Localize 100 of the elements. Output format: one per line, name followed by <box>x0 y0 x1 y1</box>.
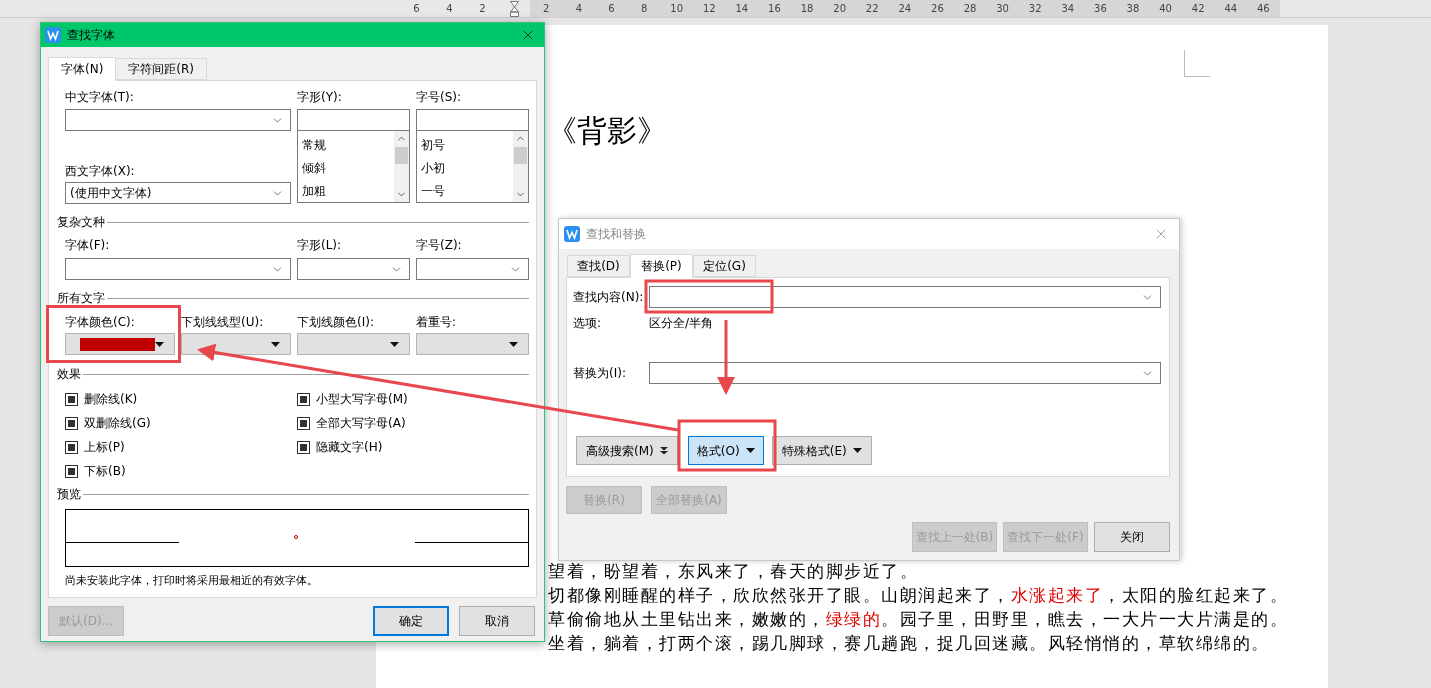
dropdown-arrow-icon <box>390 341 399 347</box>
body-text: 切都像刚睡醒的样子，欣欣然张开了眼。山朗润起来了，水涨起来了，太阳的脸红起来了。 <box>548 584 1289 607</box>
ruler-number: 34 <box>1060 2 1076 16</box>
tab[interactable]: 替换(P) <box>630 254 693 278</box>
field-label: 查找内容(N): <box>573 289 645 306</box>
ruler-number: 22 <box>864 2 880 16</box>
checkbox-label: 双删除线(G) <box>84 415 151 432</box>
ruler-number: 14 <box>734 2 750 16</box>
format-button[interactable]: 高级搜索(M) <box>576 436 678 465</box>
dialog-button[interactable]: 取消 <box>459 606 535 636</box>
format-button[interactable]: 格式(O) <box>687 436 764 465</box>
ruler-number: 20 <box>832 2 847 16</box>
list-item[interactable]: 一号 <box>421 180 513 203</box>
tab[interactable]: 字符间距(R) <box>116 58 208 80</box>
option-value: 区分全/半角 <box>649 315 714 332</box>
ruler-number: 46 <box>1256 2 1271 16</box>
page-corner-mark <box>1184 50 1210 77</box>
field-label: 西文字体(X): <box>65 163 136 179</box>
list-item[interactable]: 小初 <box>421 157 513 180</box>
ruler-number: 42 <box>1190 2 1206 16</box>
section-heading: 所有文字 <box>57 290 105 307</box>
section-heading: 复杂文种 <box>57 214 105 231</box>
checkbox[interactable] <box>65 392 78 406</box>
font-note: 尚未安装此字体，打印时将采用最相近的有效字体。 <box>64 573 319 589</box>
dropdown-arrow-icon <box>155 341 164 347</box>
app-logo-icon <box>564 226 580 242</box>
body-text: 坐着，躺着，打两个滚，踢几脚球，赛几趟跑，捉几回迷藏。风轻悄悄的，草软绵绵的。 <box>548 632 1271 655</box>
window-title: 查找字体 <box>67 27 116 44</box>
ruler-number: 38 <box>1125 2 1141 16</box>
dropdown[interactable] <box>181 333 291 355</box>
ruler-number: 6 <box>607 2 616 16</box>
dropdown-arrow-icon <box>852 448 862 453</box>
dropdown[interactable] <box>297 258 410 280</box>
field-label: 着重号: <box>416 314 458 330</box>
dialog-button[interactable]: 确定 <box>373 606 449 636</box>
dropdown[interactable] <box>65 258 291 280</box>
format-button[interactable]: 特殊格式(E) <box>771 436 872 465</box>
ruler-number: 4 <box>445 2 454 16</box>
window-title: 查找和替换 <box>586 226 647 243</box>
dropdown[interactable] <box>416 258 529 280</box>
checkbox[interactable] <box>297 392 310 406</box>
ruler-number: 36 <box>1093 2 1108 16</box>
checkbox-label: 小型大写字母(M) <box>316 391 408 408</box>
tab[interactable]: 查找(D) <box>567 255 630 277</box>
dropdown-arrow-icon <box>509 341 518 347</box>
list-item[interactable]: 初号 <box>421 134 513 157</box>
ruler-number: 32 <box>1027 2 1043 16</box>
ruler-number: 18 <box>799 2 815 16</box>
scrollbar[interactable] <box>513 131 528 202</box>
double-arrow-icon <box>659 446 668 455</box>
input-field[interactable] <box>416 109 529 131</box>
scrollbar[interactable] <box>394 131 409 202</box>
field-label: 下划线线型(U): <box>181 314 265 330</box>
checkbox[interactable] <box>65 440 78 454</box>
input-field[interactable] <box>297 109 410 131</box>
scroll-thumb[interactable] <box>395 147 408 164</box>
checkbox[interactable] <box>297 416 310 430</box>
app-logo-icon <box>45 27 61 43</box>
ruler-number: 26 <box>930 2 945 16</box>
ruler-number: 6 <box>412 2 421 16</box>
dialog-button[interactable]: 关闭 <box>1094 522 1170 552</box>
list-item[interactable]: 加粗 <box>302 180 394 203</box>
body-text: 望着，盼望着，东风来了，春天的脚步近了。 <box>548 560 919 583</box>
tab[interactable]: 字体(N) <box>48 57 117 81</box>
tab[interactable]: 定位(G) <box>693 255 756 277</box>
field-label: 选项: <box>573 315 603 332</box>
field-label: 字体(F): <box>65 237 111 253</box>
checkbox[interactable] <box>65 464 78 478</box>
field-label: 中文字体(T): <box>65 89 135 105</box>
checkbox[interactable] <box>297 440 310 454</box>
checkbox-label: 删除线(K) <box>84 391 138 408</box>
field-label: 替换为(I): <box>573 365 627 382</box>
list-item[interactable]: 常规 <box>302 134 394 157</box>
indent-marker-icon[interactable] <box>510 0 519 17</box>
field-label: 字号(S): <box>416 89 463 105</box>
dropdown-arrow-icon <box>745 448 755 453</box>
checkbox[interactable] <box>65 416 78 430</box>
ruler-number: 44 <box>1223 2 1239 16</box>
section-heading: 效果 <box>57 366 81 383</box>
checkbox-label: 上标(P) <box>84 439 125 456</box>
replace-field[interactable] <box>649 362 1161 384</box>
font-dropdown[interactable] <box>65 109 291 131</box>
search-field[interactable] <box>649 286 1161 308</box>
checkbox-label: 隐藏文字(H) <box>316 439 383 456</box>
font-dropdown[interactable]: (使用中文字体) <box>65 182 291 204</box>
ruler-number: 12 <box>701 2 717 16</box>
ruler-number: 10 <box>669 2 685 16</box>
section-heading: 预览 <box>57 486 81 503</box>
list-item[interactable]: 倾斜 <box>302 157 394 180</box>
document-title: 《背影》 <box>547 112 668 150</box>
list-box[interactable]: 常规 倾斜 加粗 <box>297 131 410 203</box>
ruler-number: 2 <box>542 2 551 16</box>
dropdown[interactable] <box>65 333 175 355</box>
list-box[interactable]: 初号 小初 一号 <box>416 131 529 203</box>
ruler-number: 24 <box>897 2 913 16</box>
body-text: 草偷偷地从土里钻出来，嫩嫩的，绿绿的。园子里，田野里，瞧去，一大片一大片满是的。 <box>548 608 1289 631</box>
ruler-number: 4 <box>574 2 584 16</box>
ruler-number: 16 <box>767 2 782 16</box>
scroll-thumb[interactable] <box>514 147 527 164</box>
ruler-number: 2 <box>478 2 487 16</box>
